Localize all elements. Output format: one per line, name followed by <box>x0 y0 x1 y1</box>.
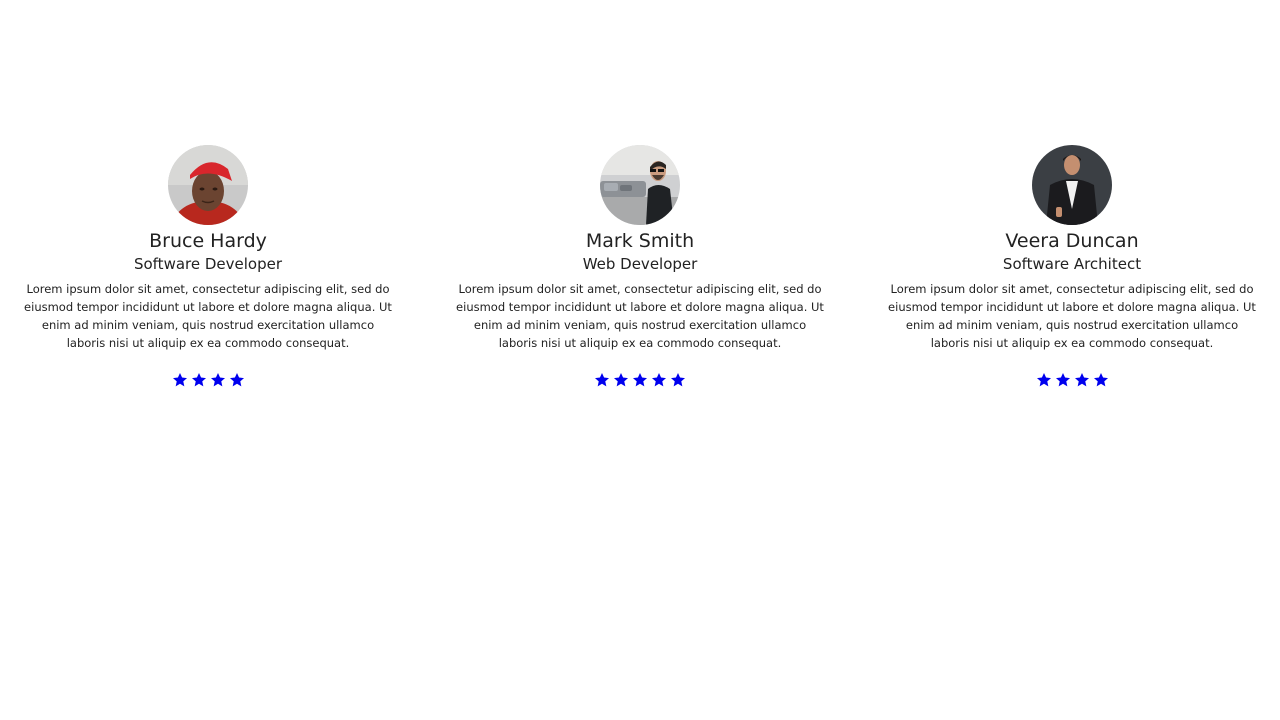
avatar-photo-mark-smith <box>600 145 680 225</box>
star-icon <box>594 372 610 388</box>
star-icon <box>229 372 245 388</box>
person-bio: Lorem ipsum dolor sit amet, consectetur … <box>456 282 824 350</box>
person-name: Bruce Hardy <box>149 230 267 252</box>
person-role: Software Developer <box>133 255 283 273</box>
star-icon <box>210 372 226 388</box>
avatar-photo-bruce-hardy <box>168 145 248 225</box>
star-icon <box>191 372 207 388</box>
star-icon <box>1093 372 1109 388</box>
star-rating <box>594 370 686 390</box>
person-name: Veera Duncan <box>1005 230 1139 252</box>
person-bio: Lorem ipsum dolor sit amet, consectetur … <box>888 282 1256 350</box>
avatar <box>168 145 248 225</box>
star-icon <box>632 372 648 388</box>
avatar-photo-veera-duncan <box>1032 145 1112 225</box>
star-icon <box>1055 372 1071 388</box>
star-icon <box>651 372 667 388</box>
star-icon <box>1074 372 1090 388</box>
person-role: Software Architect <box>1002 255 1142 273</box>
avatar <box>600 145 680 225</box>
star-icon <box>670 372 686 388</box>
testimonial-card: Bruce Hardy Software Developer Lorem ips… <box>0 145 416 390</box>
testimonial-card: Mark Smith Web Developer Lorem ipsum dol… <box>432 145 848 390</box>
testimonial-cards: Bruce Hardy Software Developer Lorem ips… <box>0 145 1280 390</box>
star-icon <box>1036 372 1052 388</box>
avatar <box>1032 145 1112 225</box>
star-icon <box>613 372 629 388</box>
star-rating <box>1036 370 1109 390</box>
person-role: Web Developer <box>582 255 698 273</box>
person-bio: Lorem ipsum dolor sit amet, consectetur … <box>24 282 392 350</box>
testimonial-card: Veera Duncan Software Architect Lorem ip… <box>864 145 1280 390</box>
person-name: Mark Smith <box>585 230 695 252</box>
star-rating <box>172 370 245 390</box>
star-icon <box>172 372 188 388</box>
